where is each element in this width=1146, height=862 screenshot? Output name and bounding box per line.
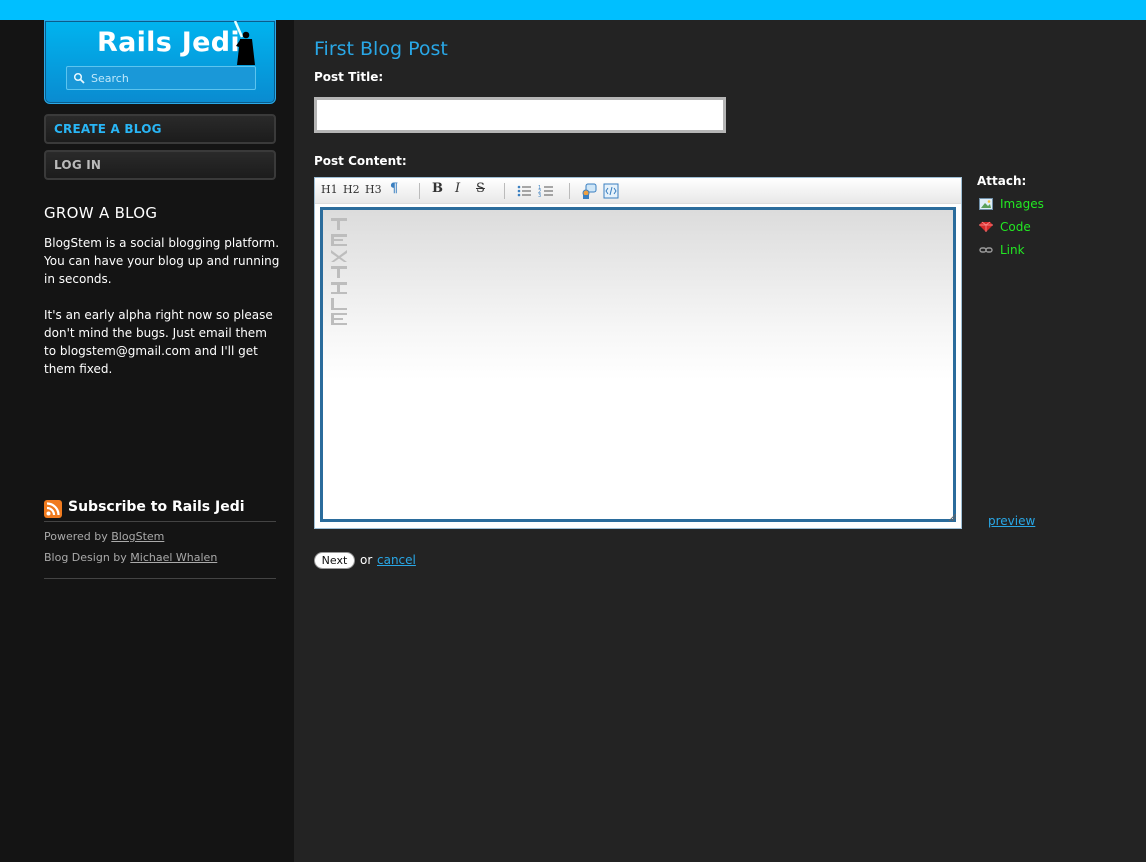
sidebar-divider	[44, 578, 276, 579]
main-content: First Blog Post Post Title: Post Content…	[294, 20, 1146, 862]
h2-button[interactable]: H2	[343, 183, 360, 199]
textile-editor: H1 H2 H3 ¶ B I S 1 2 3	[314, 177, 962, 529]
subscribe-link[interactable]: Subscribe to Rails Jedi	[44, 498, 276, 522]
numbered-list-icon[interactable]: 1 2 3	[538, 183, 554, 199]
promo-paragraph-1: BlogStem is a social blogging platform. …	[44, 236, 280, 286]
create-blog-button[interactable]: Create a Blog	[44, 114, 276, 144]
jedi-silhouette-icon	[233, 21, 255, 65]
paragraph-button[interactable]: ¶	[390, 181, 398, 197]
blogstem-link[interactable]: BlogStem	[111, 530, 164, 543]
design-credit-line: Blog Design by Michael Whalen	[44, 551, 217, 564]
attach-images-label: Images	[1000, 197, 1044, 211]
svg-text:3: 3	[538, 193, 541, 199]
bullet-list-icon[interactable]	[516, 183, 532, 199]
blog-title[interactable]: Rails Jedi	[97, 27, 240, 58]
search-icon	[73, 72, 85, 84]
ruby-gem-icon	[979, 221, 993, 232]
resize-handle-icon[interactable]	[948, 513, 956, 521]
next-button[interactable]: Next	[314, 552, 355, 569]
cancel-link[interactable]: cancel	[377, 553, 416, 567]
powered-by-prefix: Powered by	[44, 530, 108, 543]
designer-link[interactable]: Michael Whalen	[130, 551, 217, 564]
bold-button[interactable]: B	[432, 181, 443, 197]
blockquote-icon[interactable]	[581, 183, 597, 199]
post-content-label: Post Content:	[314, 154, 407, 168]
attach-code-label: Code	[1000, 220, 1031, 234]
toolbar-separator	[419, 183, 420, 199]
or-text: or	[360, 553, 373, 567]
powered-by-line: Powered by BlogStem	[44, 530, 164, 543]
textile-logo-icon	[331, 218, 347, 325]
promo-title: GROW A BLOG	[44, 204, 158, 222]
toolbar-separator	[504, 183, 505, 199]
strikethrough-button[interactable]: S	[476, 181, 485, 197]
code-block-icon[interactable]	[603, 183, 619, 199]
h3-button[interactable]: H3	[365, 183, 382, 199]
search-input[interactable]	[91, 69, 251, 87]
design-credit-prefix: Blog Design by	[44, 551, 127, 564]
italic-button[interactable]: I	[455, 181, 460, 197]
chain-link-icon	[979, 247, 993, 253]
h1-button[interactable]: H1	[321, 183, 338, 199]
sidebar: Rails Jedi Create a Blog Log In GROW A B…	[0, 20, 294, 862]
rss-icon	[44, 500, 62, 518]
editor-toolbar: H1 H2 H3 ¶ B I S 1 2 3	[315, 178, 961, 204]
image-icon	[979, 198, 993, 210]
promo-paragraph-2: It's an early alpha right now so please …	[44, 308, 273, 376]
preview-link[interactable]: preview	[988, 514, 1035, 528]
top-bar	[0, 0, 1146, 20]
brand-header: Rails Jedi	[44, 20, 276, 104]
post-content-textarea[interactable]	[320, 207, 956, 522]
attach-link-label: Link	[1000, 243, 1025, 257]
subscribe-label: Subscribe to Rails Jedi	[68, 499, 245, 515]
post-title-input[interactable]	[314, 97, 726, 133]
page-title: First Blog Post	[314, 38, 448, 60]
attach-label: Attach:	[977, 174, 1027, 188]
post-title-label: Post Title:	[314, 70, 384, 84]
log-in-button[interactable]: Log In	[44, 150, 276, 180]
search-box[interactable]	[66, 66, 256, 90]
toolbar-separator	[569, 183, 570, 199]
